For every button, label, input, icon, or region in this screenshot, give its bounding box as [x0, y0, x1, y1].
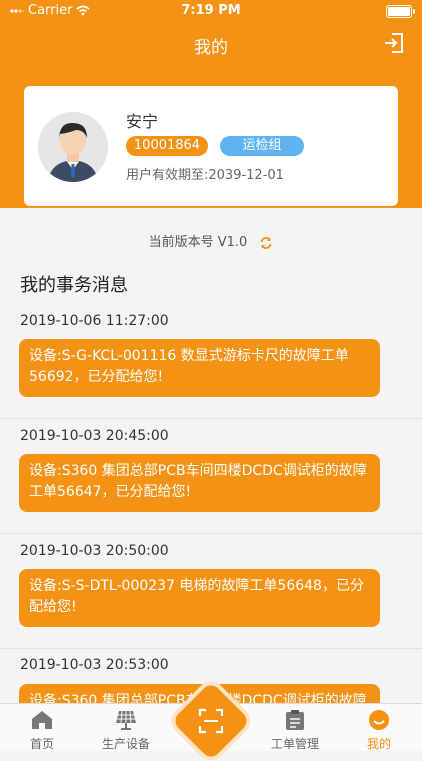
tab-orders-label: 工单管理 [270, 737, 319, 751]
profile-card: 安宁 10001864 运检组 用户有效期至:2039-12-01 [24, 86, 398, 206]
tab-equipment[interactable]: 生产设备 [84, 704, 168, 751]
clipboard-icon [286, 710, 304, 730]
message-time: 2019-10-03 20:45:00 [20, 428, 169, 444]
battery-icon [386, 5, 415, 18]
message-time: 2019-10-03 20:53:00 [20, 657, 169, 673]
tab-home[interactable]: 首页 [0, 704, 84, 751]
tab-mine-label: 我的 [366, 737, 391, 751]
validity-text: 用户有效期至:2039-12-01 [126, 168, 284, 183]
divider [0, 648, 422, 649]
divider [0, 533, 422, 534]
scan-icon [198, 708, 224, 734]
page-title: 我的 [194, 38, 228, 58]
logout-icon[interactable] [382, 31, 406, 55]
message-time: 2019-10-03 20:50:00 [20, 543, 169, 559]
avatar [38, 112, 108, 182]
top-header: Carrier 7:19 PM 我的 [0, 0, 422, 66]
status-time: 7:19 PM [181, 3, 241, 18]
tab-orders[interactable]: 工单管理 [253, 704, 337, 751]
solar-panel-icon [116, 710, 136, 730]
version-label: 当前版本号 V1.0 [148, 235, 248, 250]
divider [0, 418, 422, 419]
message-item[interactable]: 设备:S-S-DTL-000237 电梯的故障工单56648，已分配给您! [19, 569, 380, 627]
status-bar: Carrier 7:19 PM [0, 0, 422, 22]
smile-icon [369, 710, 389, 730]
user-name: 安宁 [126, 112, 159, 131]
version-row: 当前版本号 V1.0 [0, 231, 422, 250]
message-item[interactable]: 设备:S-G-KCL-001116 数显式游标卡尺的故障工单56692，已分配给… [19, 339, 380, 397]
home-icon [32, 711, 52, 729]
tab-home-label: 首页 [29, 737, 54, 751]
message-item[interactable]: 设备:S360 集团总部PCB车间四楼DCDC调试柜的故障工单56647，已分配… [19, 454, 380, 512]
messages-title: 我的事务消息 [20, 275, 128, 296]
refresh-icon[interactable] [259, 236, 273, 250]
tab-mine[interactable]: 我的 [337, 704, 421, 751]
tab-equipment-label: 生产设备 [101, 737, 150, 751]
group-badge: 运检组 [220, 136, 304, 156]
message-time: 2019-10-06 11:27:00 [20, 313, 169, 329]
employee-id-badge: 10001864 [126, 136, 208, 156]
